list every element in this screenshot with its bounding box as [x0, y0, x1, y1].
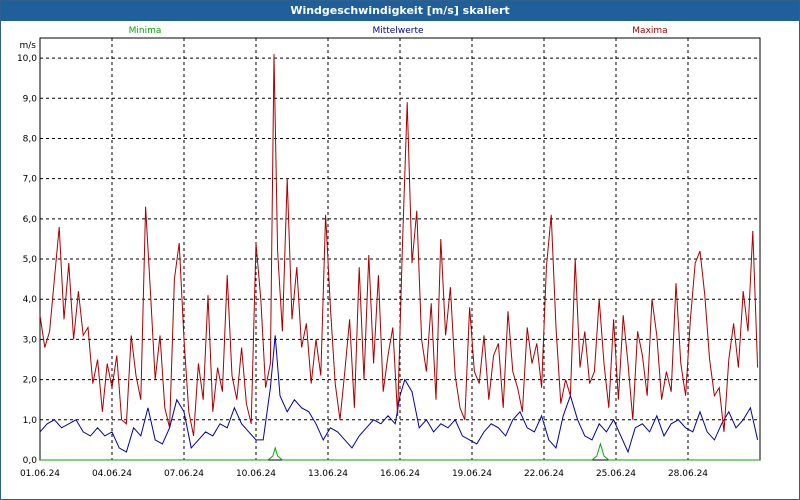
x-tick-label: 10.06.24: [236, 469, 276, 479]
x-axis: 01.06.24 04.06.24 07.06.24 10.06.24 13.06.24…: [20, 469, 708, 479]
y-tick-label: 2,0: [23, 376, 38, 386]
y-tick-label: 9,0: [23, 94, 38, 104]
x-tick-label: 07.06.24: [164, 469, 204, 479]
x-tick-label: 01.06.24: [20, 469, 60, 479]
x-tick-label: 25.06.24: [596, 469, 636, 479]
x-tick-label: 22.06.24: [524, 469, 564, 479]
legend-entry-mittelwerte: Mittelwerte: [372, 26, 423, 36]
y-tick-label: 8,0: [23, 134, 38, 144]
y-tick-label: 4,0: [23, 295, 38, 305]
x-tick-label: 28.06.24: [668, 469, 708, 479]
x-tick-label: 13.06.24: [308, 469, 348, 479]
legend-entry-maxima: Maxima: [632, 26, 667, 36]
y-axis-label: m/s: [20, 41, 37, 51]
y-tick-label: 1,0: [23, 416, 38, 426]
y-tick-label: 6,0: [23, 215, 38, 225]
y-tick-label: 10,0: [17, 54, 37, 64]
legend-entry-minima: Minima: [129, 26, 162, 36]
x-tick-label: 19.06.24: [452, 469, 492, 479]
y-tick-label: 3,0: [23, 335, 38, 345]
y-axis: 0,0 1,0 2,0 3,0 4,0 5,0 6,0 7,0 8,0 9,0 10,0: [17, 54, 37, 466]
y-tick-label: 0,0: [23, 456, 38, 466]
x-tick-label: 16.06.24: [380, 469, 420, 479]
x-tick-label: 04.06.24: [92, 469, 132, 479]
legend: Minima Mittelwerte Maxima: [129, 26, 668, 36]
wind-speed-chart: 0,0 1,0 2,0 3,0 4,0 5,0 6,0 7,0 8,0 9,0 10,0 01.06…: [17, 26, 761, 479]
y-tick-label: 5,0: [23, 255, 38, 265]
y-tick-label: 7,0: [23, 175, 38, 185]
